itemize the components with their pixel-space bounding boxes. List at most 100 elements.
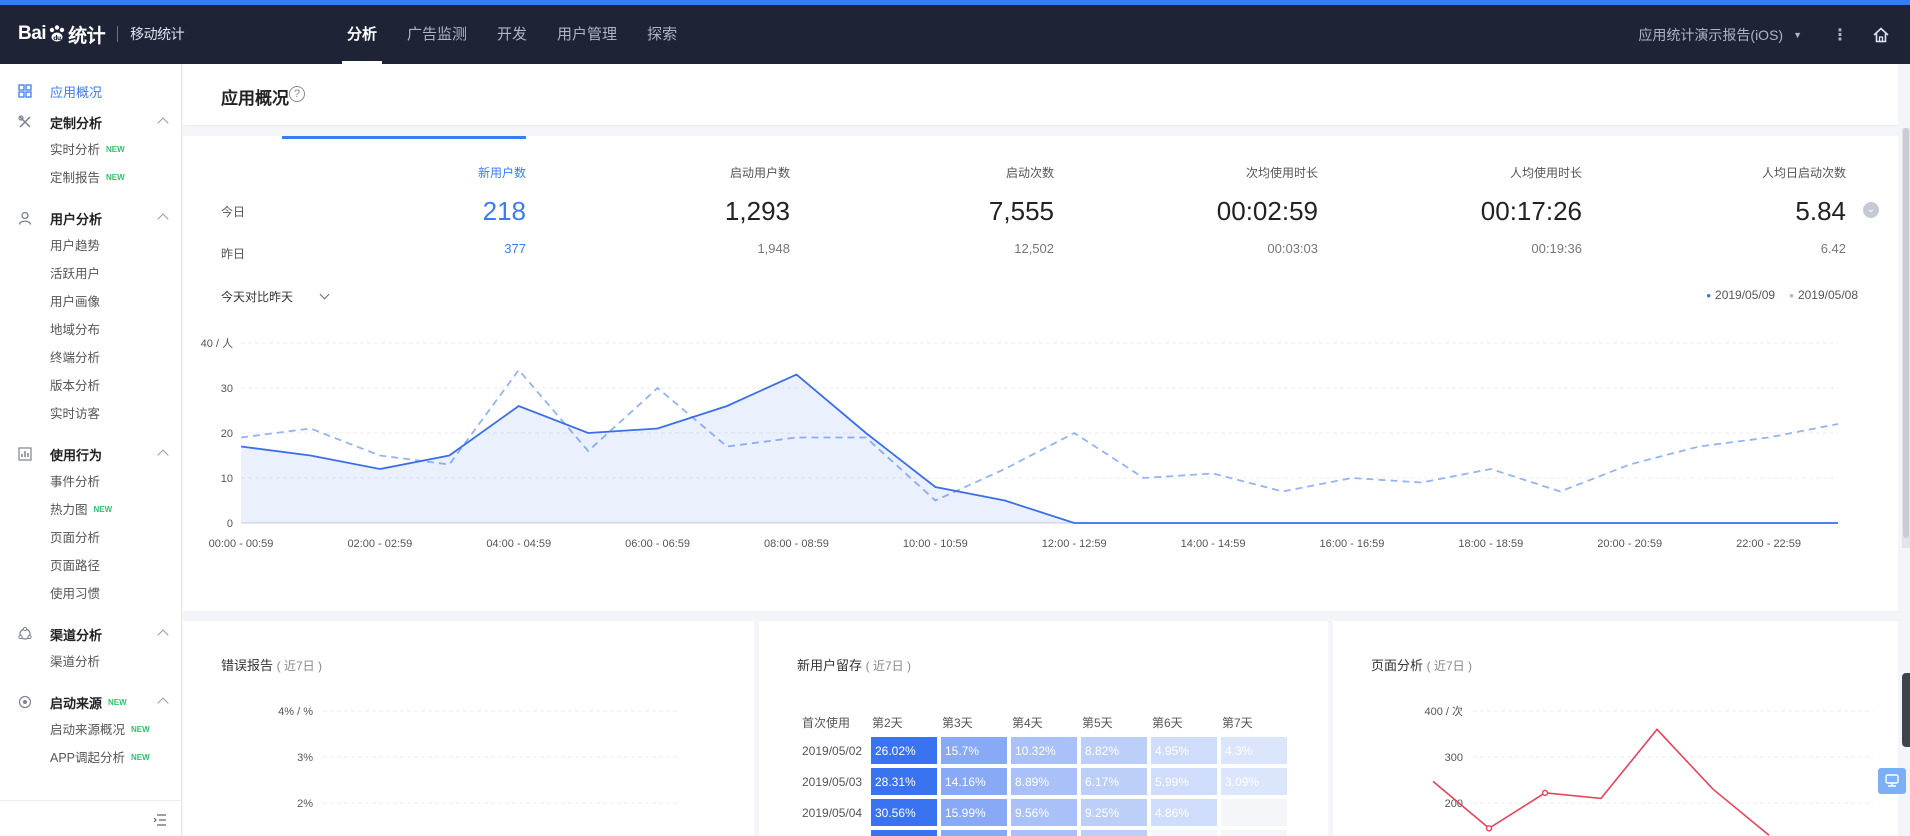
nav-item-develop[interactable]: 开发 <box>482 5 542 64</box>
retention-cell[interactable]: 3.09% <box>1221 768 1287 795</box>
sidebar-group-head-channel[interactable]: 渠道分析 <box>0 620 181 648</box>
sidebar-item-overview[interactable]: 应用概况 <box>0 76 181 106</box>
sidebar-item-user-portrait[interactable]: 用户画像 <box>0 288 181 316</box>
retention-cell[interactable] <box>1221 799 1287 826</box>
sidebar-item-version[interactable]: 版本分析 <box>0 372 181 400</box>
retention-cell[interactable]: 6.17% <box>1081 768 1147 795</box>
compare-dropdown[interactable]: 今天对比昨天 <box>221 288 330 305</box>
side-drawer-handle[interactable] <box>1902 673 1910 747</box>
chevron-up-icon[interactable] <box>157 213 169 225</box>
new-badge: NEW <box>131 753 150 762</box>
logo-prefix: Bai <box>18 23 47 44</box>
new-badge: NEW <box>108 697 127 707</box>
retention-cell[interactable]: 30.56% <box>871 799 937 826</box>
sidebar-group-head-source[interactable]: 启动来源 NEW <box>0 688 181 716</box>
metric-label: 人均日启动次数 <box>1761 166 1846 180</box>
chevron-up-icon[interactable] <box>157 629 169 641</box>
expand-metrics-icon[interactable]: ⌄ <box>1863 202 1879 218</box>
chevron-up-icon[interactable] <box>157 117 169 129</box>
sidebar-item-app-invoke[interactable]: APP调起分析 NEW <box>0 744 181 772</box>
report-selector[interactable]: 应用统计演示报告(iOS) <box>1638 25 1783 45</box>
scrollbar-thumb[interactable] <box>1903 128 1909 538</box>
tools-icon <box>18 115 32 129</box>
sidebar-item-page-path[interactable]: 页面路径 <box>0 552 181 580</box>
sidebar-item-realtime[interactable]: 实时分析 NEW <box>0 136 181 164</box>
sidebar-item-user-trend[interactable]: 用户趋势 <box>0 232 181 260</box>
caret-down-icon[interactable]: ▼ <box>1793 30 1802 40</box>
retention-cell[interactable]: 8.82% <box>1081 737 1147 764</box>
retention-date: 2019/05/03 <box>802 774 863 789</box>
retention-cell[interactable] <box>1221 830 1287 836</box>
y-tick-label: 30 <box>221 383 233 395</box>
vertical-scrollbar[interactable] <box>1902 128 1910 548</box>
logo-suffix: 统计 <box>68 25 106 47</box>
card-title: 错误报告 ( 近7日 ) <box>221 655 322 674</box>
retention-cell[interactable]: 12.36% <box>941 830 1007 836</box>
nav-item-ad-monitor[interactable]: 广告监测 <box>392 5 482 64</box>
retention-cell[interactable]: 26.02% <box>871 737 937 764</box>
legend-item-today[interactable]: 2019/05/09 <box>1706 288 1775 302</box>
sidebar-item-channel[interactable]: 渠道分析 <box>0 648 181 676</box>
retention-cell[interactable]: 27.01% <box>871 830 937 836</box>
retention-cell[interactable]: 9.25% <box>1081 799 1147 826</box>
metric-yesterday-value: 00:03:03 <box>1267 241 1318 256</box>
help-icon[interactable]: ? <box>289 86 305 102</box>
sidebar-item-page-analysis[interactable]: 页面分析 <box>0 524 181 552</box>
sidebar-item-source-overview[interactable]: 启动来源概况 NEW <box>0 716 181 744</box>
retention-cell[interactable]: 4.74% <box>1081 830 1147 836</box>
retention-cell[interactable]: 15.7% <box>941 737 1007 764</box>
legend-item-yesterday[interactable]: 2019/05/08 <box>1789 288 1858 302</box>
sidebar-item-heatmap[interactable]: 热力图 NEW <box>0 496 181 524</box>
sidebar-item-habits[interactable]: 使用习惯 <box>0 580 181 608</box>
sidebar-item-region[interactable]: 地域分布 <box>0 316 181 344</box>
x-tick-label: 04:00 - 04:59 <box>486 538 551 550</box>
sidebar-group-head-custom[interactable]: 定制分析 <box>0 108 181 136</box>
retention-cell[interactable]: 4.86% <box>1151 799 1217 826</box>
collapse-sidebar-icon[interactable] <box>153 813 167 826</box>
sidebar-group-channel: 渠道分析 渠道分析 <box>0 618 181 676</box>
header-day: 第4天 <box>1012 715 1043 730</box>
retention-cell[interactable]: 9.05% <box>1011 830 1077 836</box>
page-header: 应用概况 ? <box>183 64 1898 126</box>
retention-cell[interactable]: 28.31% <box>871 768 937 795</box>
retention-cell[interactable]: 4.95% <box>1151 737 1217 764</box>
nav-item-analysis[interactable]: 分析 <box>332 5 392 64</box>
sidebar-item-realtime-visitor[interactable]: 实时访客 <box>0 400 181 428</box>
sidebar-item-device[interactable]: 终端分析 <box>0 344 181 372</box>
grid-icon <box>18 84 32 98</box>
new-badge: NEW <box>106 145 125 154</box>
retention-cell[interactable]: 8.89% <box>1011 768 1077 795</box>
metric-today-value: 7,555 <box>988 196 1054 226</box>
retention-cell[interactable]: 10.32% <box>1011 737 1077 764</box>
sidebar-item-active-users[interactable]: 活跃用户 <box>0 260 181 288</box>
table-row: 2019/05/02 26.02% 15.7% 10.32% 8.82% 4.95% 4.3… <box>801 737 1287 764</box>
chevron-up-icon[interactable] <box>157 449 169 461</box>
sidebar-item-events[interactable]: 事件分析 <box>0 468 181 496</box>
product-name: 移动统计 <box>130 26 185 42</box>
home-icon[interactable] <box>1872 26 1890 44</box>
nav-item-user-management[interactable]: 用户管理 <box>542 5 632 64</box>
retention-cell[interactable]: 14.16% <box>941 768 1007 795</box>
retention-cell[interactable]: 9.56% <box>1011 799 1077 826</box>
retention-cell[interactable]: 15.99% <box>941 799 1007 826</box>
card-title-sub: ( 近7日 ) <box>865 659 911 673</box>
retention-cell[interactable]: 4.3% <box>1221 737 1287 764</box>
table-row: 2019/05/05 27.01% 12.36% 9.05% 4.74% <box>801 830 1287 836</box>
sidebar-item-custom-report[interactable]: 定制报告 NEW <box>0 164 181 192</box>
sidebar-item-label: 定制报告 <box>50 171 101 185</box>
feedback-float-button[interactable] <box>1878 768 1906 794</box>
sidebar-group-head-behavior[interactable]: 使用行为 <box>0 440 181 468</box>
more-vertical-icon[interactable]: ⋮ <box>1832 25 1848 45</box>
header-day: 第2天 <box>872 715 903 730</box>
retention-cell[interactable] <box>1151 830 1217 836</box>
top-right-area: 应用统计演示报告(iOS) ▼ ⋮ <box>1638 5 1890 64</box>
retention-cell[interactable]: 5.99% <box>1151 768 1217 795</box>
svg-text:du: du <box>53 35 61 42</box>
data-point <box>1485 825 1493 832</box>
sidebar-group-head-users[interactable]: 用户分析 <box>0 204 181 232</box>
nav-item-explore[interactable]: 探索 <box>632 5 692 64</box>
card-title-sub: ( 近7日 ) <box>276 659 322 673</box>
metric-today-value: 1,293 <box>724 196 790 226</box>
chevron-up-icon[interactable] <box>157 697 169 709</box>
baidu-tongji-logo[interactable]: Bai du 统计 移动统计 <box>18 19 185 49</box>
